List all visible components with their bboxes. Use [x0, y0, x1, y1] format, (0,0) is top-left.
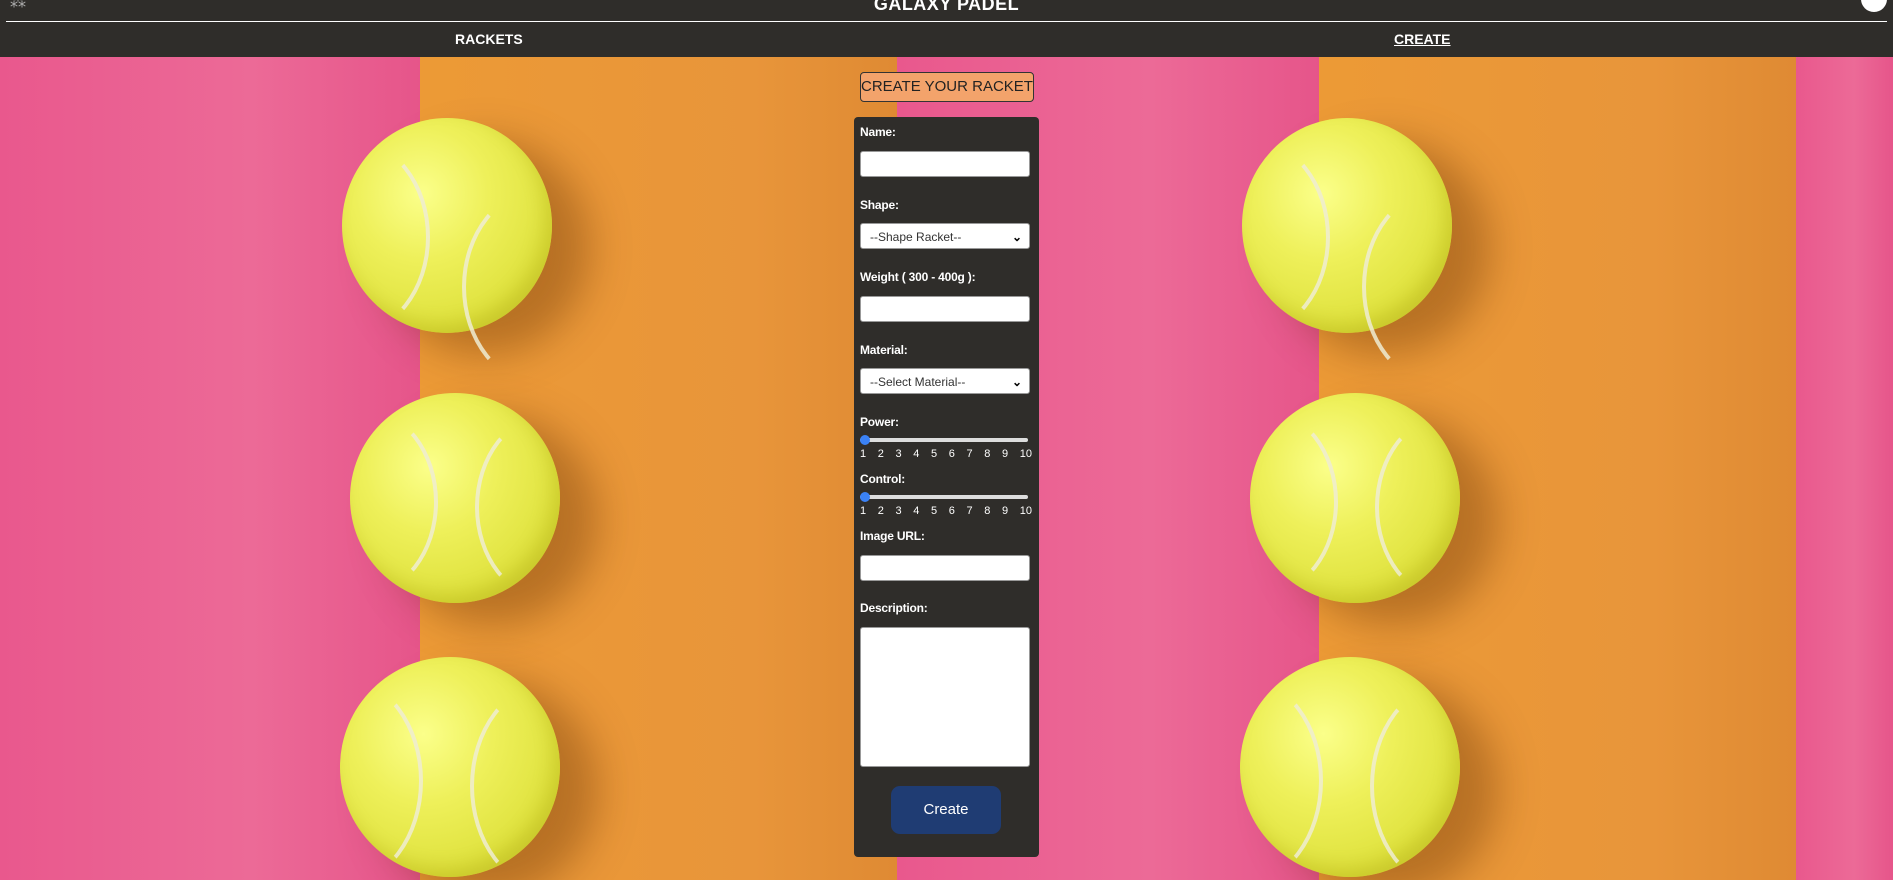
- chevron-down-icon: ⌄: [1011, 375, 1022, 389]
- scale-tick: 8: [984, 505, 991, 517]
- material-select-value: --Select Material--: [870, 375, 966, 389]
- material-select[interactable]: --Select Material-- ⌄: [860, 368, 1030, 394]
- shape-label: Shape:: [860, 198, 899, 212]
- control-slider[interactable]: [860, 492, 1028, 502]
- control-scale: 1 2 3 4 5 6 7 8 9 10: [860, 505, 1032, 517]
- page-title: CREATE YOUR RACKET: [860, 72, 1034, 102]
- scale-tick: 2: [877, 505, 884, 517]
- scale-tick: 5: [931, 448, 938, 460]
- create-racket-form: Name: Shape: --Shape Racket-- ⌄ Weight (…: [854, 117, 1039, 857]
- scale-tick: 7: [966, 448, 973, 460]
- scale-tick: 2: [877, 448, 884, 460]
- description-textarea[interactable]: [860, 627, 1030, 767]
- scale-tick: 1: [860, 448, 867, 460]
- scale-tick: 9: [1002, 448, 1009, 460]
- scale-tick: 5: [931, 505, 938, 517]
- scale-tick: 4: [913, 505, 920, 517]
- scale-tick: 7: [966, 505, 973, 517]
- image-url-input[interactable]: [860, 555, 1030, 581]
- top-nav-bar: ⁂ GALAXY PADEL RACKETS CREATE: [0, 0, 1893, 57]
- scale-tick: 3: [895, 505, 902, 517]
- scale-tick: 8: [984, 448, 991, 460]
- chevron-down-icon: ⌄: [1011, 230, 1022, 244]
- scale-tick: 9: [1002, 505, 1009, 517]
- nav-link-create[interactable]: CREATE: [1394, 31, 1451, 47]
- shape-select-value: --Shape Racket--: [870, 230, 962, 244]
- scale-tick: 6: [948, 448, 955, 460]
- scale-tick: 3: [895, 448, 902, 460]
- scale-tick: 4: [913, 448, 920, 460]
- control-label: Control:: [860, 472, 906, 486]
- nav-link-rackets[interactable]: RACKETS: [455, 31, 523, 47]
- weight-label: Weight ( 300 - 400g ):: [860, 270, 976, 284]
- scale-tick: 10: [1019, 505, 1032, 517]
- name-input[interactable]: [860, 151, 1030, 177]
- power-slider-thumb[interactable]: [860, 435, 870, 445]
- shape-select[interactable]: --Shape Racket-- ⌄: [860, 223, 1030, 249]
- power-slider[interactable]: [860, 435, 1028, 445]
- scale-tick: 6: [948, 505, 955, 517]
- control-slider-thumb[interactable]: [860, 492, 870, 502]
- create-button[interactable]: Create: [891, 786, 1001, 834]
- image-url-label: Image URL:: [860, 529, 925, 543]
- power-label: Power:: [860, 415, 899, 429]
- weight-input[interactable]: [860, 296, 1030, 322]
- header-divider: [6, 21, 1887, 22]
- brand-title: GALAXY PADEL: [873, 0, 1020, 14]
- scale-tick: 1: [860, 505, 867, 517]
- description-label: Description:: [860, 601, 928, 615]
- name-label: Name:: [860, 125, 896, 139]
- scale-tick: 10: [1019, 448, 1032, 460]
- power-scale: 1 2 3 4 5 6 7 8 9 10: [860, 448, 1032, 460]
- material-label: Material:: [860, 343, 908, 357]
